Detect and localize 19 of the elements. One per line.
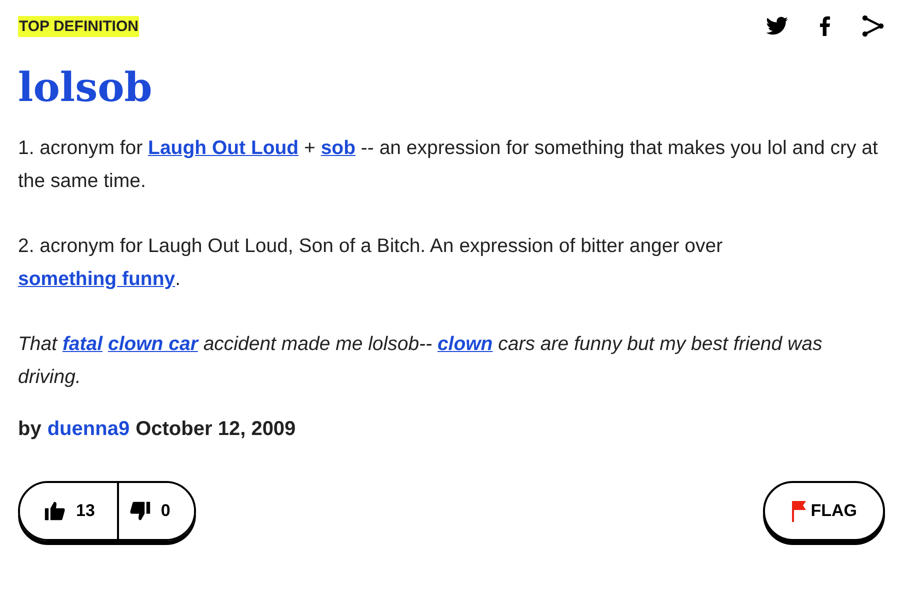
byline-label: by <box>18 418 42 441</box>
flag-icon <box>790 499 807 523</box>
thumbs-down-icon <box>128 500 151 522</box>
word-link[interactable]: something funny <box>18 268 176 290</box>
share-icon[interactable] <box>861 14 885 38</box>
definition-paragraph: 2. acronym for Laugh Out Loud, Son of a Bitch. An expression of bitter anger over something funny. <box>18 234 724 292</box>
word-link[interactable]: clown car <box>108 333 198 355</box>
top-definition-badge: TOP DEFINITION <box>18 16 140 36</box>
word-link[interactable]: fatal <box>62 333 103 355</box>
post-date: October 12, 2009 <box>136 418 296 441</box>
downvote-button[interactable]: 0 <box>116 483 194 539</box>
definition-paragraph: 1. acronym for Laugh Out Loud + sob -- an expression for something that makes you lol and cry at the same time. <box>18 136 879 194</box>
word-link[interactable]: clown <box>437 333 493 355</box>
word-link[interactable]: Laugh Out Loud <box>148 137 299 159</box>
word-title[interactable]: lolsob <box>18 66 885 110</box>
author-link[interactable]: duenna9 <box>47 418 130 441</box>
example-sentence: That fatal clown car accident made me lolsob-- clown cars are funny but my best friend was driving. <box>18 332 824 390</box>
word-link[interactable]: sob <box>320 137 356 159</box>
thumbs-up-icon <box>44 500 66 522</box>
